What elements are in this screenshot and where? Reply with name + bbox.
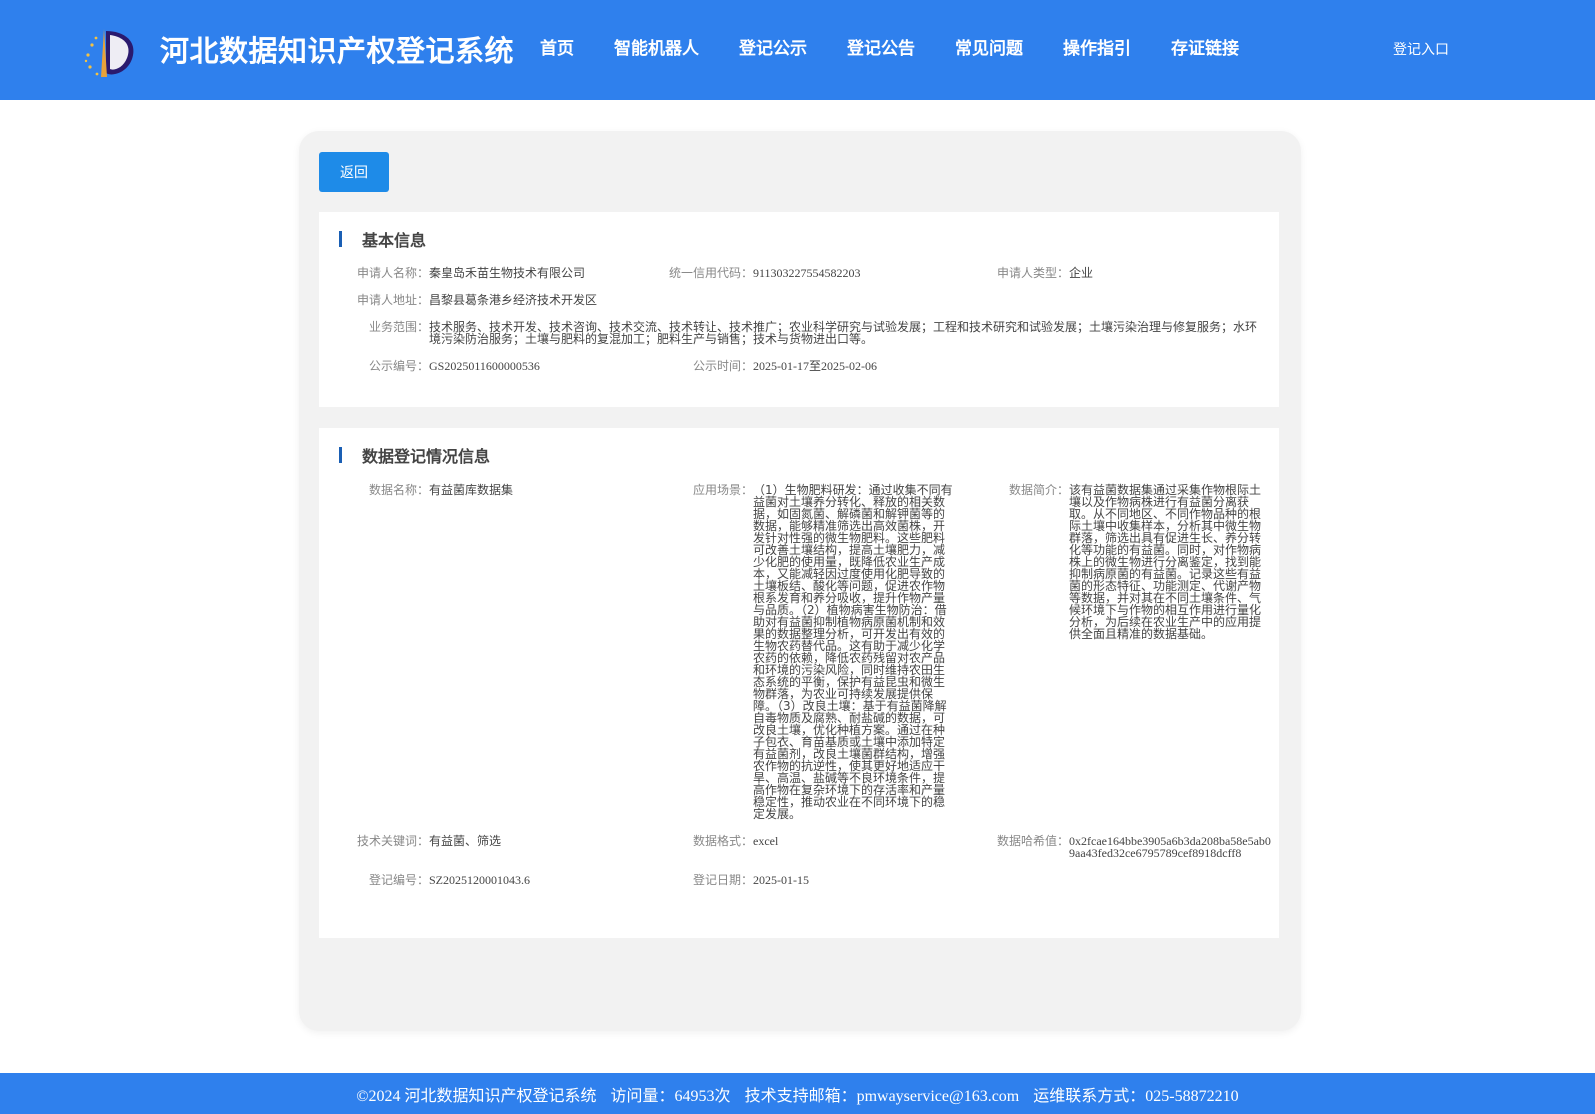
field-label: 技术关键词： bbox=[356, 834, 429, 848]
logo-icon[interactable] bbox=[80, 25, 136, 81]
footer-contact: 运维联系方式：025-58872210 bbox=[1033, 1087, 1239, 1105]
field-value: （1）生物肥料研发：通过收集不同有益菌对土壤养分转化、释放的相关数据，如固氮菌、… bbox=[753, 483, 953, 821]
field-value: 2025-01-17至2025-02-06 bbox=[753, 359, 877, 373]
field-label: 数据格式： bbox=[692, 834, 753, 848]
field-value: 2025-01-15 bbox=[753, 873, 809, 887]
field-value: 有益菌、筛选 bbox=[429, 834, 502, 848]
field-label: 申请人地址： bbox=[356, 293, 429, 307]
field-label: 数据名称： bbox=[368, 483, 429, 497]
field-label: 数据哈希值： bbox=[996, 834, 1069, 848]
field-label: 登记编号： bbox=[368, 873, 429, 887]
field-value: excel bbox=[753, 834, 779, 848]
nav-operation-guide[interactable]: 操作指引 bbox=[1063, 34, 1131, 59]
footer-visit-count: 访问量：64953次 bbox=[610, 1087, 731, 1105]
field-label: 数据简介： bbox=[1008, 483, 1069, 497]
nav-home[interactable]: 首页 bbox=[540, 34, 574, 59]
top-header: 河北数据知识产权登记系统 首页 智能机器人 登记公示 登记公告 常见问题 操作指… bbox=[0, 0, 1595, 100]
field-label: 公示时间： bbox=[692, 359, 753, 373]
field-value: 技术服务、技术开发、技术咨询、技术交流、技术转让、技术推广；农业科学研究与试验发… bbox=[429, 320, 1258, 346]
site-title: 河北数据知识产权登记系统 bbox=[160, 34, 515, 68]
field-value: 有益菌库数据集 bbox=[429, 483, 514, 497]
field-value: 企业 bbox=[1069, 266, 1094, 280]
footer-copyright: ©2024 河北数据知识产权登记系统 bbox=[356, 1087, 597, 1105]
basic-info-panel: 基本信息 申请人名称： 秦皇岛禾苗生物技术有限公司 统一信用代码： 911303… bbox=[319, 212, 1279, 407]
section-title: 数据登记情况信息 bbox=[362, 447, 491, 466]
field-value: 秦皇岛禾苗生物技术有限公司 bbox=[429, 266, 586, 280]
field-value: 0x2fcae164bbe3905a6b3da208ba58e5ab09aa43… bbox=[1069, 834, 1271, 860]
detail-card: 返回 基本信息 申请人名称： 秦皇岛禾苗生物技术有限公司 统一信用代码： 911… bbox=[299, 131, 1301, 1031]
section-marker bbox=[339, 447, 342, 463]
footer-support-email[interactable]: 技术支持邮箱：pmwayservice@163.com bbox=[745, 1082, 1020, 1106]
basic-info-heading: 基本信息 bbox=[339, 230, 427, 250]
page-footer: ©2024 河北数据知识产权登记系统 访问量：64953次 技术支持邮箱：pmw… bbox=[0, 1073, 1595, 1114]
field-value: SZ2025120001043.6 bbox=[429, 873, 531, 887]
field-label: 公示编号： bbox=[368, 359, 429, 373]
login-link[interactable]: 登记入口 bbox=[1393, 39, 1449, 59]
nav-registration-announcement[interactable]: 登记公告 bbox=[847, 34, 915, 59]
nav-faq[interactable]: 常见问题 bbox=[955, 34, 1023, 59]
main-nav: 首页 智能机器人 登记公示 登记公告 常见问题 操作指引 存证链接 bbox=[540, 34, 1279, 59]
section-marker bbox=[339, 231, 342, 247]
field-label: 申请人类型： bbox=[996, 266, 1069, 280]
field-label: 应用场景： bbox=[692, 483, 753, 497]
field-label: 统一信用代码： bbox=[668, 266, 753, 280]
field-label: 业务范围： bbox=[368, 320, 429, 334]
back-button[interactable]: 返回 bbox=[319, 152, 389, 192]
field-label: 申请人名称： bbox=[356, 266, 429, 280]
data-registration-panel: 数据登记情况信息 数据名称： 有益菌库数据集 应用场景： （1）生物肥料研发：通… bbox=[319, 428, 1279, 938]
field-value: 该有益菌数据集通过采集作物根际土壤以及作物病株进行有益菌分离获取。从不同地区、不… bbox=[1069, 483, 1262, 641]
section-title: 基本信息 bbox=[362, 231, 427, 250]
data-registration-heading: 数据登记情况信息 bbox=[339, 446, 491, 466]
field-value: GS2025011600000536 bbox=[429, 359, 540, 373]
field-label: 登记日期： bbox=[692, 873, 753, 887]
nav-smart-robot[interactable]: 智能机器人 bbox=[614, 34, 699, 59]
nav-registration-publicity[interactable]: 登记公示 bbox=[739, 34, 807, 59]
nav-evidence-link[interactable]: 存证链接 bbox=[1171, 34, 1239, 59]
field-value: 昌黎县葛条港乡经济技术开发区 bbox=[429, 293, 598, 307]
field-value: 911303227554582203 bbox=[753, 266, 861, 280]
